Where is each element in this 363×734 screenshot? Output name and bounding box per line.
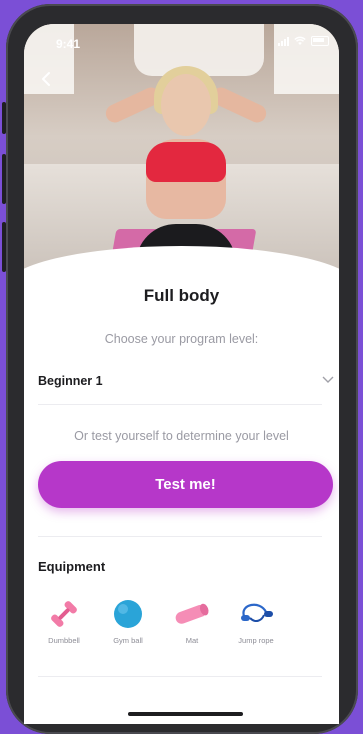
jump-rope-icon [241, 603, 273, 622]
divider [38, 404, 322, 405]
test-me-button[interactable]: Test me! [38, 461, 333, 508]
battery-icon [311, 36, 329, 46]
program-level-dropdown[interactable]: Beginner 1 [38, 369, 335, 393]
phone-side-button [2, 222, 6, 272]
equipment-list: Dumbbell Gym ball Mat Jump rope [36, 598, 284, 645]
phone-side-button [2, 102, 6, 134]
equipment-label: Dumbbell [48, 636, 80, 645]
divider [38, 676, 322, 677]
phone-side-button [2, 154, 6, 204]
home-indicator [128, 712, 243, 716]
program-level-prompt: Choose your program level: [104, 332, 259, 346]
equipment-item-mat: Mat [164, 598, 220, 645]
equipment-label: Mat [185, 636, 199, 645]
app-screen: 9:41 Full body Choose your program level… [24, 24, 339, 724]
chevron-down-icon [322, 376, 334, 383]
equipment-item-jump-rope: Jump rope [228, 598, 284, 645]
back-button[interactable] [38, 70, 56, 88]
mat-icon [175, 603, 209, 624]
signal-icon [278, 37, 289, 46]
status-icons [278, 36, 329, 46]
hero-image [24, 24, 339, 274]
test-level-hint: Or test yourself to determine your level [74, 429, 289, 443]
phone-frame: 9:41 Full body Choose your program level… [2, 4, 358, 734]
divider [38, 536, 322, 537]
program-level-value: Beginner 1 [38, 374, 103, 388]
page-title: Full body [143, 286, 220, 305]
equipment-item-gym-ball: Gym ball [100, 598, 156, 645]
equipment-label: Jump rope [238, 636, 274, 645]
equipment-label: Gym ball [113, 636, 143, 645]
wifi-icon [294, 36, 306, 45]
equipment-item-dumbbell: Dumbbell [36, 598, 92, 645]
status-time: 9:41 [56, 37, 81, 51]
dumbbell-icon [51, 601, 77, 627]
equipment-title: Equipment [38, 559, 106, 574]
gym-ball-icon [114, 600, 142, 628]
